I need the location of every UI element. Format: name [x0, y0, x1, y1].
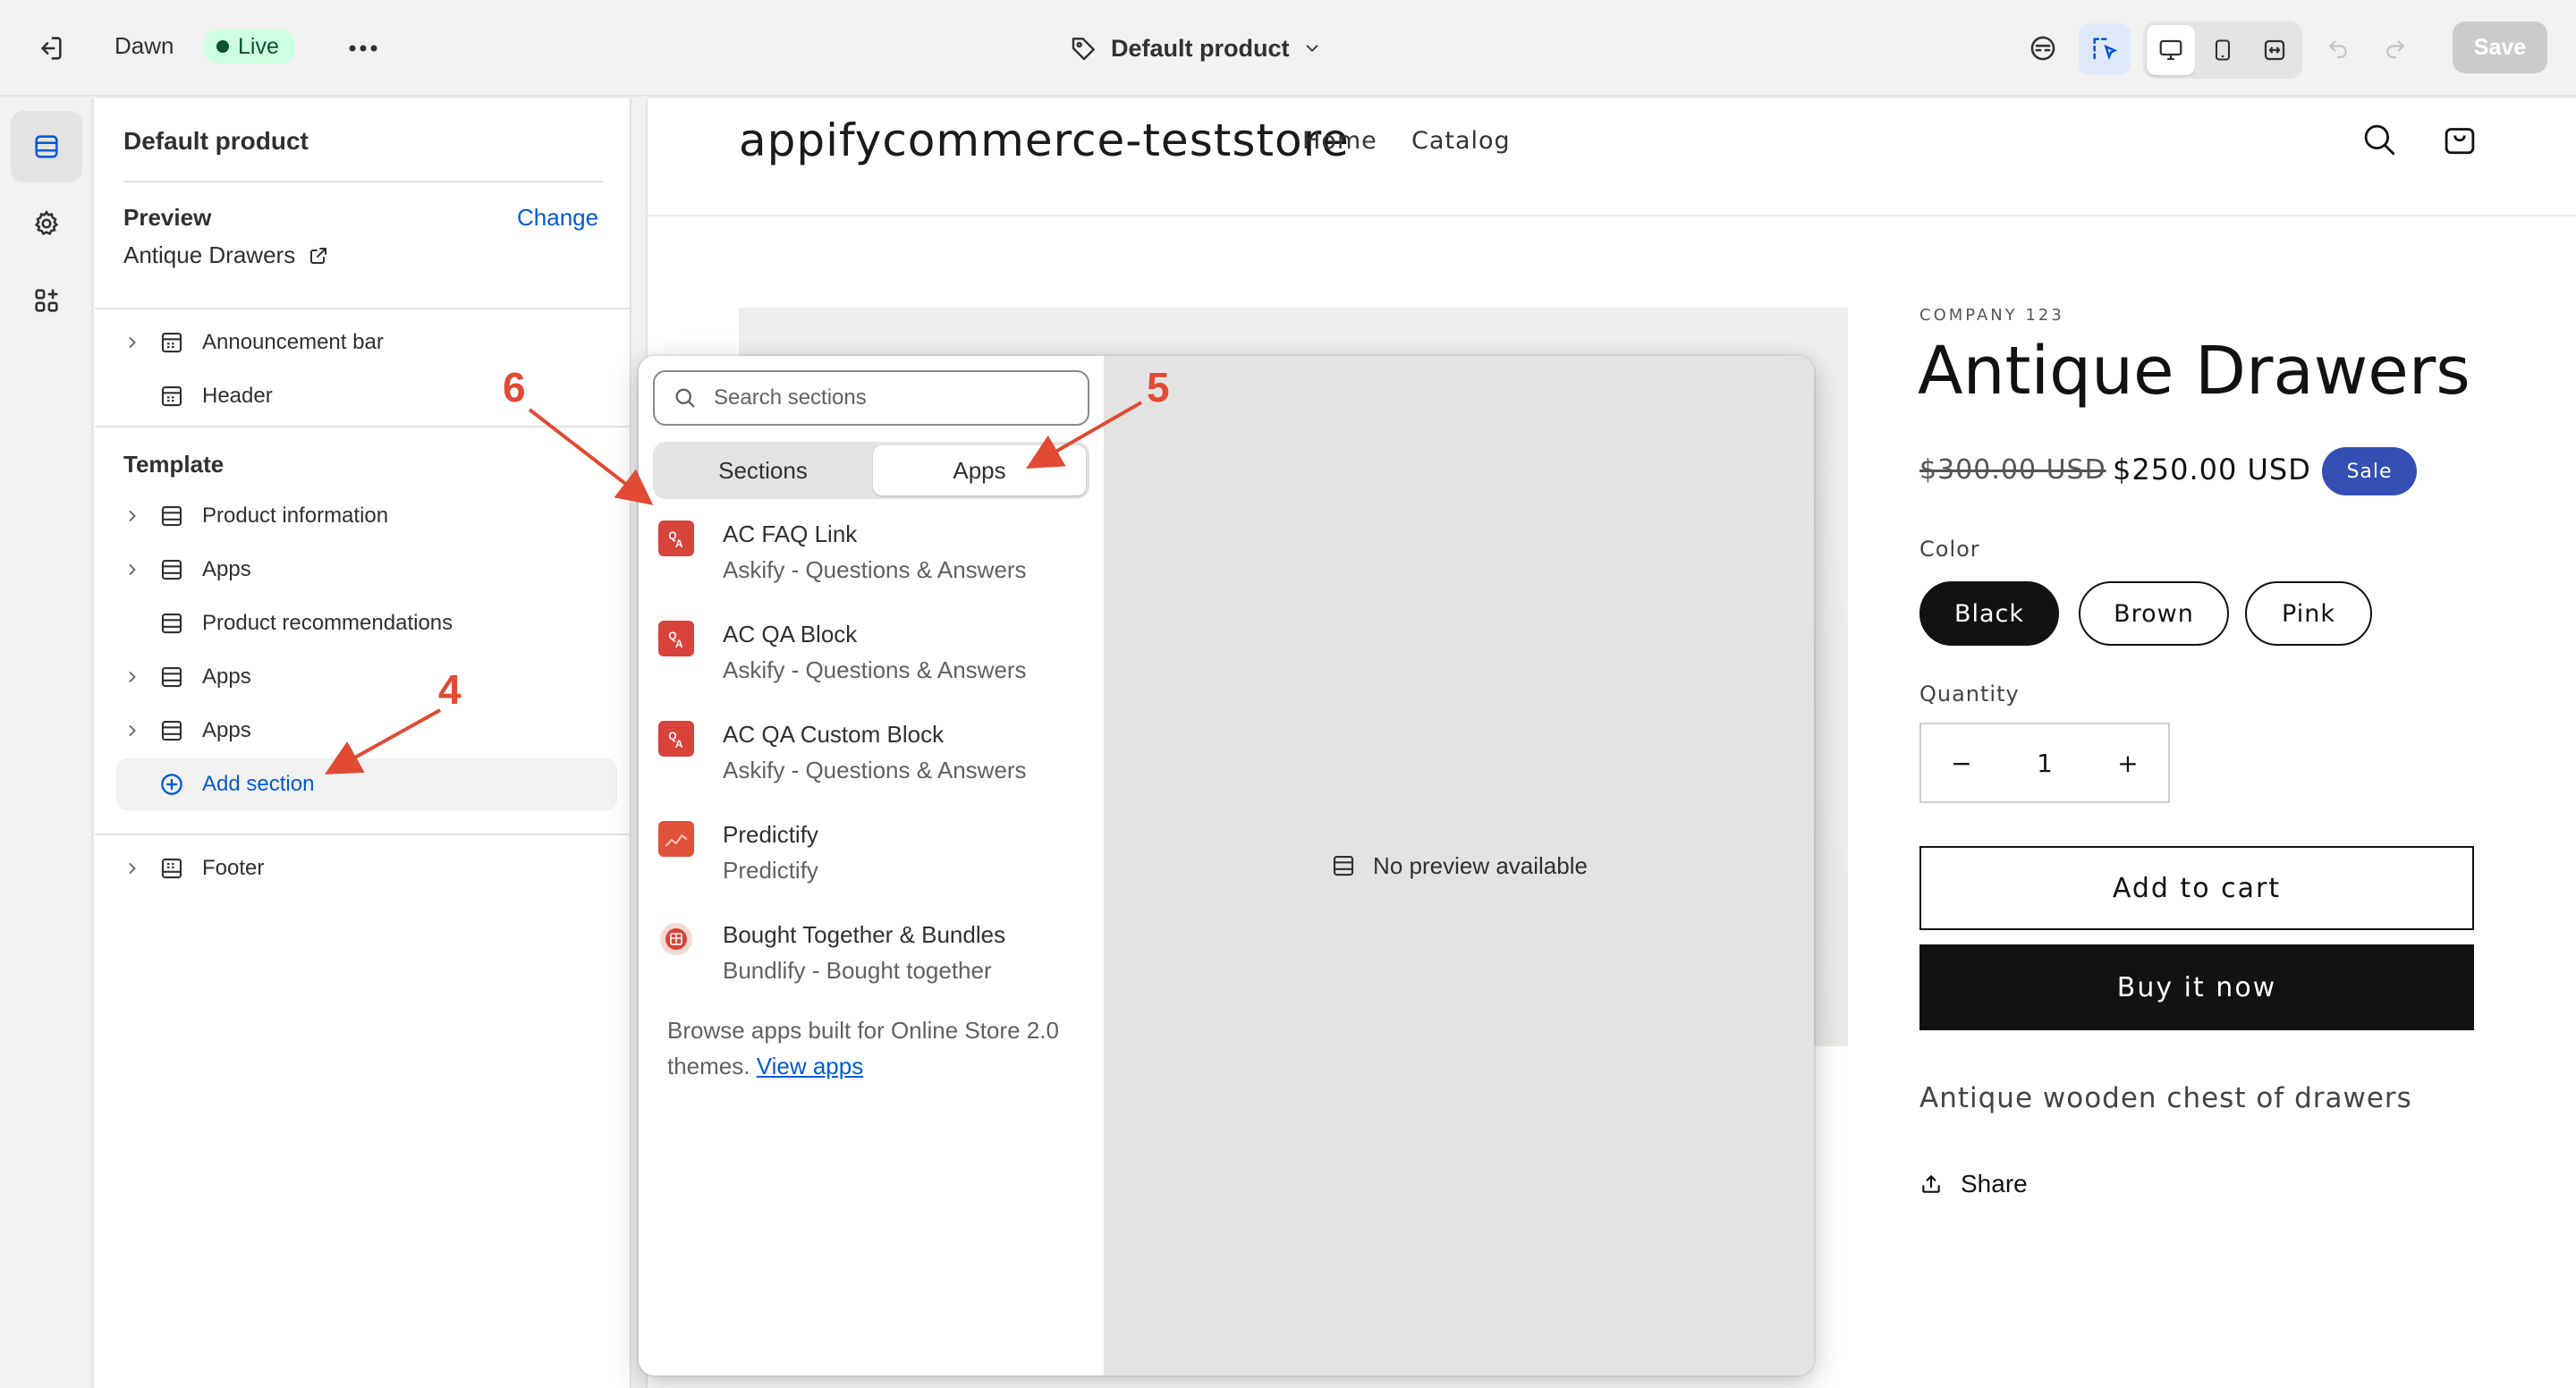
annotation-number-4: 4: [438, 666, 462, 713]
annotation-arrow-6: [528, 408, 654, 505]
annotation-number-5: 5: [1147, 364, 1170, 410]
annotation-number-6: 6: [503, 364, 526, 410]
annotation-arrows: [325, 401, 1142, 774]
annotation-arrow-5: [1026, 401, 1142, 469]
annotation-arrow-4: [325, 708, 441, 774]
